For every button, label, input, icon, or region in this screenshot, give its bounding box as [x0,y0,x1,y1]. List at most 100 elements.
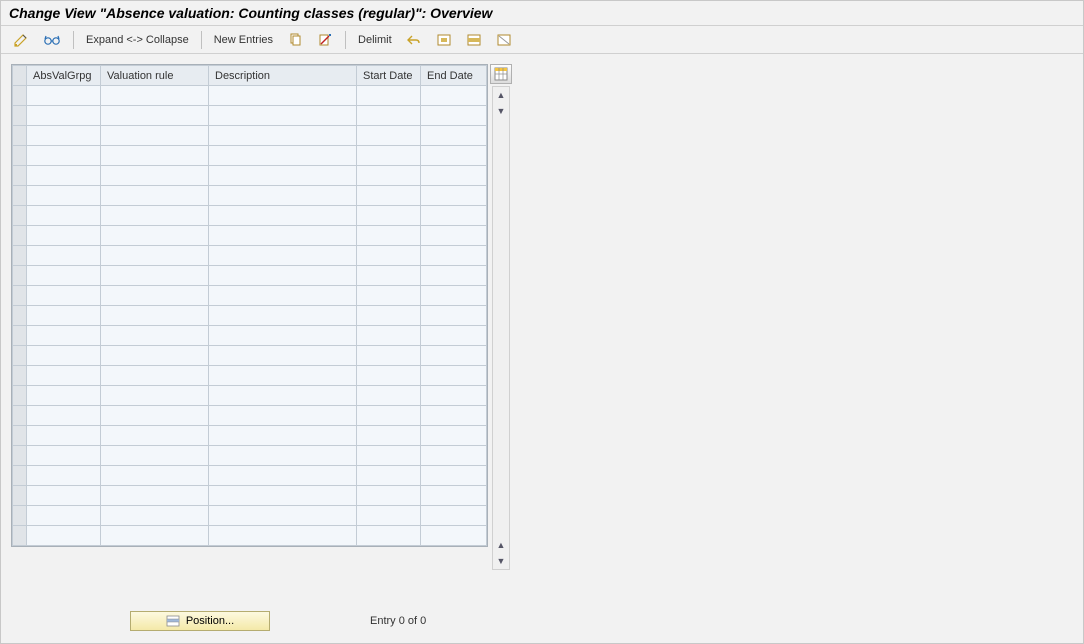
table-cell[interactable] [209,106,357,126]
table-cell[interactable] [357,186,421,206]
row-selector[interactable] [13,526,27,546]
row-selector[interactable] [13,246,27,266]
table-cell[interactable] [421,466,487,486]
table-cell[interactable] [101,286,209,306]
expand-collapse-button[interactable]: Expand <-> Collapse [82,34,193,46]
row-selector[interactable] [13,346,27,366]
table-cell[interactable] [421,486,487,506]
table-row[interactable] [13,346,487,366]
row-selector[interactable] [13,386,27,406]
new-entries-button[interactable]: New Entries [210,34,277,46]
table-cell[interactable] [101,166,209,186]
table-cell[interactable] [357,326,421,346]
table-cell[interactable] [421,106,487,126]
table-row[interactable] [13,486,487,506]
table-cell[interactable] [357,246,421,266]
row-selector[interactable] [13,146,27,166]
table-row[interactable] [13,526,487,546]
scroll-up-icon[interactable]: ▲ [493,87,509,103]
table-cell[interactable] [421,306,487,326]
table-cell[interactable] [27,426,101,446]
table-cell[interactable] [421,386,487,406]
table-cell[interactable] [357,146,421,166]
table-cell[interactable] [421,326,487,346]
table-row[interactable] [13,506,487,526]
table-cell[interactable] [421,86,487,106]
table-cell[interactable] [209,86,357,106]
select-all-icon[interactable] [432,30,456,50]
table-cell[interactable] [209,146,357,166]
table-cell[interactable] [27,386,101,406]
copy-icon[interactable] [283,30,307,50]
table-cell[interactable] [357,406,421,426]
table-cell[interactable] [421,526,487,546]
table-row[interactable] [13,466,487,486]
table-row[interactable] [13,326,487,346]
row-selector-header[interactable] [13,66,27,86]
scroll-down-icon[interactable]: ▼ [493,553,509,569]
deselect-all-icon[interactable] [492,30,516,50]
table-cell[interactable] [101,406,209,426]
table-cell[interactable] [421,446,487,466]
row-selector[interactable] [13,126,27,146]
table-cell[interactable] [101,266,209,286]
table-cell[interactable] [209,366,357,386]
row-selector[interactable] [13,486,27,506]
table-cell[interactable] [27,346,101,366]
table-cell[interactable] [101,86,209,106]
position-button[interactable]: Position... [130,611,270,631]
table-cell[interactable] [27,526,101,546]
scroll-down2-icon[interactable]: ▲ [493,537,509,553]
row-selector[interactable] [13,406,27,426]
row-selector[interactable] [13,426,27,446]
table-cell[interactable] [357,506,421,526]
vertical-scrollbar[interactable]: ▲ ▼ ▲ ▼ [492,86,510,570]
table-row[interactable] [13,386,487,406]
row-selector[interactable] [13,166,27,186]
table-row[interactable] [13,166,487,186]
table-cell[interactable] [101,526,209,546]
table-cell[interactable] [357,226,421,246]
table-cell[interactable] [357,426,421,446]
table-cell[interactable] [421,206,487,226]
table-cell[interactable] [101,206,209,226]
table-cell[interactable] [209,206,357,226]
table-cell[interactable] [421,126,487,146]
row-selector[interactable] [13,186,27,206]
table-cell[interactable] [27,326,101,346]
table-cell[interactable] [27,366,101,386]
table-cell[interactable] [209,126,357,146]
table-cell[interactable] [209,446,357,466]
table-cell[interactable] [421,366,487,386]
table-cell[interactable] [357,526,421,546]
table-cell[interactable] [101,466,209,486]
table-cell[interactable] [101,346,209,366]
table-row[interactable] [13,86,487,106]
table-cell[interactable] [209,326,357,346]
table-cell[interactable] [357,366,421,386]
row-selector[interactable] [13,326,27,346]
table-cell[interactable] [27,466,101,486]
table-cell[interactable] [27,226,101,246]
table-cell[interactable] [101,326,209,346]
table-cell[interactable] [357,466,421,486]
table-cell[interactable] [209,406,357,426]
undo-icon[interactable] [402,30,426,50]
table-cell[interactable] [27,186,101,206]
table-cell[interactable] [209,386,357,406]
table-cell[interactable] [209,166,357,186]
table-cell[interactable] [421,506,487,526]
table-row[interactable] [13,186,487,206]
delimit-button[interactable]: Delimit [354,34,396,46]
table-cell[interactable] [357,286,421,306]
table-cell[interactable] [27,506,101,526]
table-cell[interactable] [421,186,487,206]
table-cell[interactable] [209,226,357,246]
table-cell[interactable] [421,146,487,166]
table-cell[interactable] [357,446,421,466]
table-cell[interactable] [101,446,209,466]
row-selector[interactable] [13,206,27,226]
table-cell[interactable] [209,506,357,526]
table-row[interactable] [13,146,487,166]
delete-icon[interactable] [313,30,337,50]
